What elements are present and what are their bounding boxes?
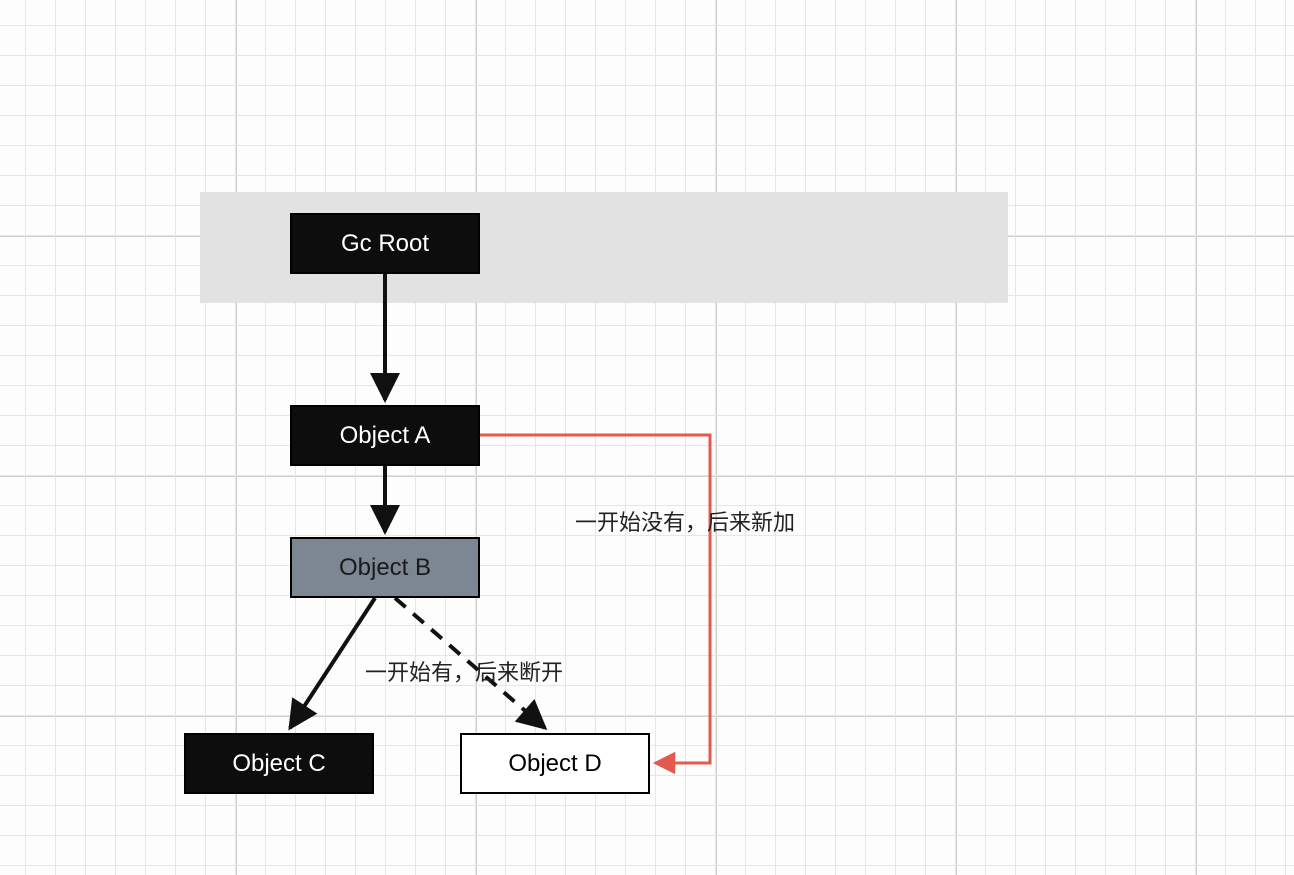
edge-b-c (290, 598, 375, 728)
label-new-link: 一开始没有，后来新加 (575, 505, 795, 537)
node-object-b: Object B (290, 537, 480, 598)
edge-a-d (480, 435, 710, 763)
node-object-a: Object A (290, 405, 480, 466)
node-label: Object A (340, 422, 431, 450)
node-label: Object C (232, 750, 325, 778)
node-label: Gc Root (341, 230, 429, 258)
node-label: Object D (508, 750, 601, 778)
label-broken-link: 一开始有，后来断开 (365, 655, 563, 687)
node-gc-root: Gc Root (290, 213, 480, 274)
node-label: Object B (339, 554, 431, 582)
diagram-canvas: Gc Root Object A Object B Object C Objec… (0, 0, 1294, 875)
node-object-d: Object D (460, 733, 650, 794)
node-object-c: Object C (184, 733, 374, 794)
